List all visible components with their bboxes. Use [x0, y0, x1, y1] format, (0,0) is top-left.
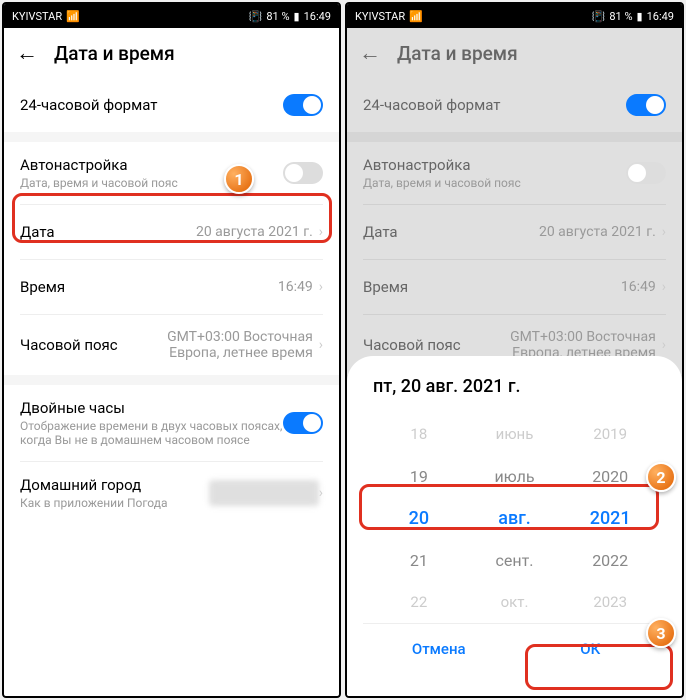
row-date[interactable]: Дата 20 августа 2021 г. › — [4, 205, 339, 259]
picker-year-selected[interactable]: 2021 — [562, 497, 658, 539]
picker-month[interactable]: июль — [467, 455, 563, 497]
vibrate-icon: 📳 — [249, 10, 263, 23]
sub-dualclock: Отображение времени в двух часовых пояса… — [20, 419, 283, 447]
picker-day-selected[interactable]: 20 — [371, 497, 467, 539]
picker-year[interactable]: 2022 — [562, 539, 658, 581]
battery-text: 81 % — [609, 10, 632, 23]
toggle-24h[interactable] — [626, 94, 666, 116]
row-time[interactable]: Время 16:49 › — [4, 260, 339, 314]
picker-day[interactable]: 19 — [371, 455, 467, 497]
label-date: Дата — [20, 223, 196, 241]
picker-month[interactable]: сент. — [467, 539, 563, 581]
picker-year[interactable]: 2019 — [562, 413, 658, 455]
back-icon[interactable]: ← — [16, 40, 38, 66]
label-time: Время — [363, 278, 621, 296]
clock-text: 16:49 — [647, 10, 674, 23]
toggle-autoset[interactable] — [626, 162, 666, 184]
toggle-24h[interactable] — [283, 94, 323, 116]
picker-day[interactable]: 22 — [371, 581, 467, 623]
page-title: Дата и время — [397, 42, 518, 65]
row-time[interactable]: Время 16:49 › — [347, 260, 682, 314]
label-24h: 24-часовой формат — [20, 96, 283, 114]
label-tz: Часовой пояс — [363, 336, 496, 354]
value-date: 20 августа 2021 г. — [196, 224, 313, 240]
label-homecity: Домашний город — [20, 476, 209, 494]
chevron-icon: › — [662, 279, 666, 295]
clock-text: 16:49 — [304, 10, 331, 23]
value-tz: GMT+03:00 Восточная Европа, летнее время — [153, 329, 313, 361]
badge-3: 3 — [646, 618, 676, 648]
row-24h-format[interactable]: 24-часовой формат — [4, 78, 339, 132]
page-title: Дата и время — [54, 42, 175, 65]
chevron-icon: › — [662, 224, 666, 240]
battery-icon: ▮ — [637, 10, 643, 23]
picker-year[interactable]: 2023 — [562, 581, 658, 623]
battery-text: 81 % — [266, 10, 289, 23]
picker-col-year[interactable]: 2019 2020 2021 2022 2023 — [562, 413, 658, 623]
row-autoset[interactable]: Автонастройка Дата, время и часовой пояс — [347, 142, 682, 204]
sub-autoset: Дата, время и часовой пояс — [363, 176, 626, 190]
row-date[interactable]: Дата 20 августа 2021 г. › — [347, 205, 682, 259]
row-homecity[interactable]: Домашний город Как в приложении Погода › — [4, 462, 339, 524]
chevron-icon: › — [319, 224, 323, 240]
header: ← Дата и время — [347, 28, 682, 78]
wifi-icon: 📶 — [409, 10, 423, 23]
picker-month[interactable]: июнь — [467, 413, 563, 455]
chevron-icon: › — [662, 337, 666, 353]
carrier: KYIVSTAR — [355, 10, 405, 23]
label-tz: Часовой пояс — [20, 336, 153, 354]
status-bar: KYIVSTAR 📶 📳81 % ▮ 16:49 — [4, 4, 339, 28]
blurred-value — [209, 480, 319, 506]
row-timezone[interactable]: Часовой пояс GMT+03:00 Восточная Европа,… — [4, 315, 339, 375]
phone-right: KYIVSTAR 📶 📳81 % ▮ 16:49 ← Дата и время 24-… — [345, 2, 684, 698]
picker-columns[interactable]: 18 19 20 21 22 июнь июль авг. сент. окт.… — [363, 413, 666, 623]
value-date: 20 августа 2021 г. — [539, 224, 656, 240]
header: ← Дата и время — [4, 28, 339, 78]
row-autoset[interactable]: Автонастройка Дата, время и часовой пояс — [4, 142, 339, 204]
picker-col-month[interactable]: июнь июль авг. сент. окт. — [467, 413, 563, 623]
picker-year[interactable]: 2020 — [562, 455, 658, 497]
badge-1: 1 — [224, 164, 254, 194]
row-24h-format[interactable]: 24-часовой формат — [347, 78, 682, 132]
cancel-button[interactable]: Отмена — [363, 624, 515, 673]
vibrate-icon: 📳 — [592, 10, 606, 23]
value-time: 16:49 — [621, 279, 656, 295]
sub-homecity: Как в приложении Погода — [20, 496, 209, 510]
status-bar: KYIVSTAR 📶 📳81 % ▮ 16:49 — [347, 4, 682, 28]
label-date: Дата — [363, 223, 539, 241]
value-time: 16:49 — [278, 279, 313, 295]
label-autoset: Автонастройка — [363, 156, 626, 174]
back-icon[interactable]: ← — [359, 40, 381, 66]
badge-2: 2 — [646, 462, 676, 492]
carrier: KYIVSTAR — [12, 10, 62, 23]
label-24h: 24-часовой формат — [363, 96, 626, 114]
battery-icon: ▮ — [294, 10, 300, 23]
date-picker-modal: пт, 20 авг. 2021 г. 18 19 20 21 22 июнь … — [347, 356, 682, 696]
picker-day[interactable]: 21 — [371, 539, 467, 581]
wifi-icon: 📶 — [66, 10, 80, 23]
ok-button[interactable]: ОК — [515, 624, 667, 673]
chevron-icon: › — [319, 279, 323, 295]
row-dualclock[interactable]: Двойные часы Отображение времени в двух … — [4, 385, 339, 461]
toggle-dualclock[interactable] — [283, 412, 323, 434]
phone-left: KYIVSTAR 📶 📳81 % ▮ 16:49 ← Дата и время 24-… — [2, 2, 341, 698]
label-time: Время — [20, 278, 278, 296]
picker-month-selected[interactable]: авг. — [467, 497, 563, 539]
toggle-autoset[interactable] — [283, 162, 323, 184]
picker-actions: Отмена ОК — [363, 623, 666, 673]
chevron-icon: › — [319, 337, 323, 353]
label-dualclock: Двойные часы — [20, 399, 283, 417]
chevron-icon: › — [319, 485, 323, 501]
picker-month[interactable]: окт. — [467, 581, 563, 623]
picker-col-day[interactable]: 18 19 20 21 22 — [371, 413, 467, 623]
picker-title: пт, 20 авг. 2021 г. — [363, 376, 666, 397]
picker-day[interactable]: 18 — [371, 413, 467, 455]
